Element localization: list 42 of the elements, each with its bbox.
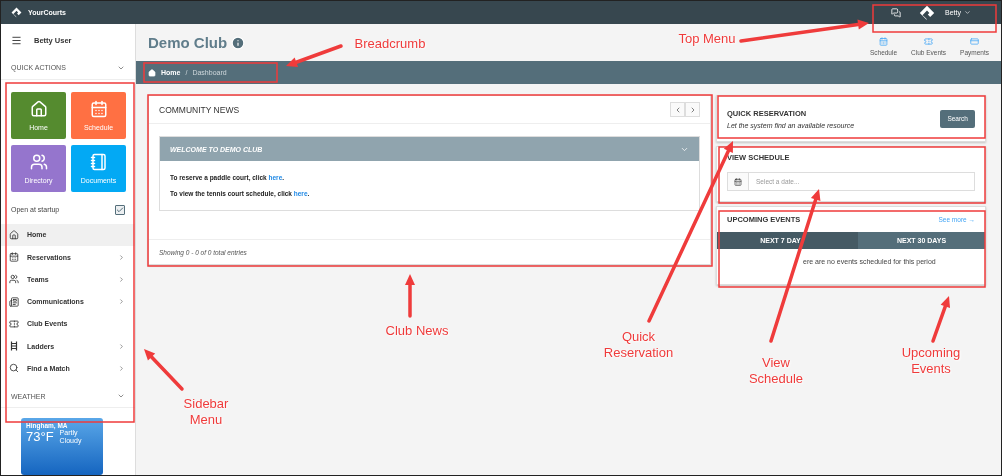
- calendar-icon: [9, 252, 19, 263]
- annotation-label: Sidebar Menu: [182, 396, 230, 428]
- people-icon: [9, 274, 19, 285]
- chat-icon[interactable]: [891, 7, 902, 18]
- annotation-arrow: [931, 296, 951, 343]
- home-icon: [9, 229, 19, 240]
- annotation-label: Upcoming Events: [900, 345, 962, 377]
- temperature: 73°F: [26, 429, 54, 445]
- search-icon: [9, 363, 19, 374]
- card-icon: [970, 37, 980, 46]
- annotation-label: Club News: [384, 323, 450, 339]
- annotation-label: Breadcrumb: [353, 36, 427, 52]
- annotation-arrow: [144, 349, 184, 391]
- menu-icon[interactable]: [11, 34, 22, 46]
- ladder-icon: [9, 341, 19, 352]
- chevron-icon: [118, 275, 125, 283]
- annotation-arrow: [405, 274, 415, 318]
- startup-checkbox[interactable]: [115, 204, 125, 215]
- calendar-icon: [89, 99, 108, 118]
- chevron-icon: [118, 253, 125, 261]
- home-icon: [148, 68, 156, 77]
- logo-icon: [919, 4, 936, 21]
- ticket-icon: [9, 318, 19, 329]
- calendar-icon: [879, 37, 888, 46]
- notebook-icon: [89, 152, 108, 171]
- calendar-icon: [734, 177, 742, 186]
- page-title: Demo Club: [148, 34, 228, 51]
- people-icon: [29, 152, 48, 171]
- annotation-label: Top Menu: [677, 31, 737, 47]
- chevron-icon: [118, 364, 125, 372]
- newspaper-icon: [9, 296, 19, 307]
- ticket-icon: [924, 37, 934, 46]
- annotation-arrow: [286, 44, 343, 67]
- logo-icon: [11, 7, 22, 18]
- annotation-label: View Schedule: [747, 355, 805, 387]
- chevron-icon: [118, 298, 125, 306]
- chevron-icon: [118, 342, 125, 350]
- info-icon[interactable]: [231, 35, 246, 50]
- caret-icon: [964, 9, 971, 16]
- card-title: COMMUNITY NEWS: [159, 104, 240, 115]
- annotation-label: Quick Reservation: [602, 329, 675, 361]
- home-icon: [29, 99, 48, 118]
